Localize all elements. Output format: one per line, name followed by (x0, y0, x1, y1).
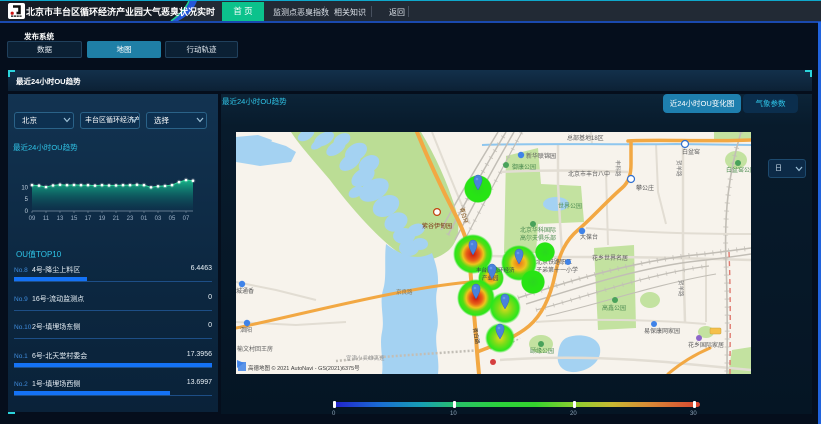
svg-text:洄阳: 洄阳 (240, 326, 252, 334)
svg-text:17: 17 (85, 216, 92, 222)
svg-text:新华联锦园: 新华联锦园 (526, 152, 556, 160)
svg-text:白盆窑公园: 白盆窑公园 (726, 166, 751, 174)
svg-text:御康公园: 御康公园 (512, 163, 536, 171)
svg-text:贺羊路: 贺羊路 (675, 160, 683, 177)
svg-text:白盆窑: 白盆窑 (682, 148, 700, 156)
svg-text:颐缘公园: 颐缘公园 (530, 347, 554, 355)
svg-text:丰科路: 丰科路 (614, 160, 622, 177)
svg-text:榆文村回王房: 榆文村回王房 (237, 345, 273, 353)
svg-text:花乡国际家居: 花乡国际家居 (688, 341, 724, 349)
svg-text:花乡世界名居: 花乡世界名居 (592, 254, 628, 262)
svg-text:21: 21 (113, 216, 120, 222)
svg-text:京良路: 京良路 (396, 288, 413, 296)
svg-text:高德地图 © 2021 AutoNavi - GS(2021: 高德地图 © 2021 AutoNavi - GS(2021)6375号 (248, 364, 360, 372)
svg-text:03: 03 (155, 216, 162, 222)
svg-text:15: 15 (71, 216, 78, 222)
svg-text:19: 19 (99, 216, 106, 222)
svg-text:高鑫公园: 高鑫公园 (602, 304, 626, 312)
svg-text:贺羊路: 贺羊路 (677, 280, 685, 297)
svg-text:0: 0 (25, 209, 29, 215)
svg-text:子弟第十一小学: 子弟第十一小学 (536, 266, 578, 274)
svg-text:23: 23 (127, 216, 134, 222)
svg-text:01: 01 (141, 216, 148, 222)
svg-text:大葆台: 大葆台 (580, 233, 598, 241)
svg-text:世界公园: 世界公园 (558, 202, 582, 210)
svg-text:10: 10 (21, 186, 28, 192)
svg-text:13: 13 (57, 216, 64, 222)
svg-text:北京华科国际: 北京华科国际 (520, 226, 556, 234)
svg-text:宜津小兵雄高速: 宜津小兵雄高速 (346, 354, 385, 362)
svg-text:09: 09 (29, 216, 36, 222)
svg-text:05: 05 (169, 216, 176, 222)
svg-text:高尔夫俱乐部: 高尔夫俱乐部 (520, 234, 556, 242)
svg-text:城通香: 城通香 (236, 287, 254, 295)
svg-text:攀公庄: 攀公庄 (636, 184, 654, 192)
svg-text:易保康网家园: 易保康网家园 (644, 327, 680, 335)
svg-text:紫谷伊甸园: 紫谷伊甸园 (422, 222, 452, 230)
svg-text:总部基地18区: 总部基地18区 (567, 134, 604, 142)
svg-text:5: 5 (25, 197, 29, 203)
svg-text:07: 07 (183, 216, 190, 222)
svg-text:11: 11 (43, 216, 50, 222)
svg-text:北京市丰台八中: 北京市丰台八中 (568, 170, 610, 178)
